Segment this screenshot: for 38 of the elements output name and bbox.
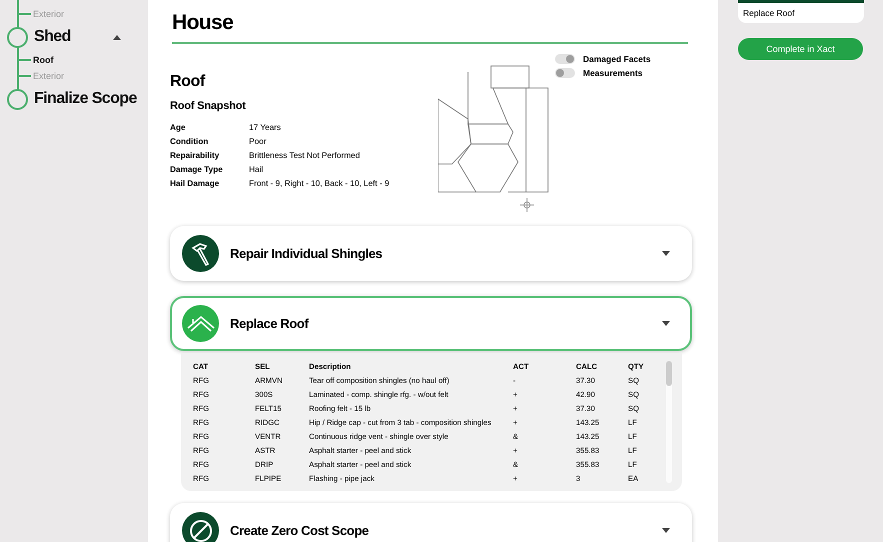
- option-title: Create Zero Cost Scope: [230, 523, 370, 538]
- caret-icon[interactable]: [662, 528, 670, 533]
- toggle-switch[interactable]: [555, 68, 575, 78]
- option-title: Replace Roof: [230, 316, 310, 331]
- option-card[interactable]: Create Zero Cost Scope: [170, 503, 692, 542]
- section-title: Roof: [170, 73, 206, 91]
- toggle-label: Measurements: [583, 68, 643, 78]
- snapshot-title: Roof Snapshot: [170, 100, 247, 112]
- field-label: Damage Type: [170, 164, 224, 176]
- caret-icon[interactable]: [662, 251, 670, 256]
- step-title[interactable]: Finalize Scope: [34, 90, 137, 108]
- toggle-label: Damaged Facets: [583, 54, 651, 64]
- field-value: 17 Years: [249, 122, 282, 134]
- step-circle-icon: [7, 26, 28, 48]
- roof-icon: [182, 305, 219, 342]
- sidebar-item[interactable]: Roof: [33, 55, 54, 65]
- field-value: Poor: [249, 136, 268, 148]
- option-title: Repair Individual Shingles: [230, 246, 384, 261]
- hammer-icon: [182, 235, 219, 272]
- option-card[interactable]: Replace Roof: [170, 296, 692, 351]
- caret-icon[interactable]: [662, 321, 670, 326]
- compass-icon: [520, 198, 534, 212]
- field-label: Repairability: [170, 150, 220, 162]
- field-value: Brittleness Test Not Performed: [249, 150, 361, 162]
- page-title: House: [172, 10, 234, 36]
- field-value: Front - 9, Right - 10, Back - 10, Left - 9: [249, 178, 390, 190]
- option-card[interactable]: Repair Individual Shingles: [170, 226, 692, 281]
- caret-icon[interactable]: [112, 34, 121, 40]
- selected-option-label: Replace Roof: [743, 8, 795, 18]
- step-title[interactable]: Shed: [34, 28, 71, 46]
- field-label: Hail Damage: [170, 178, 220, 190]
- field-value: Hail: [249, 164, 264, 176]
- prohibited-icon: [182, 512, 219, 542]
- toggle-switch[interactable]: [555, 54, 575, 64]
- scrollbar[interactable]: [666, 361, 672, 483]
- step-circle-icon: [7, 88, 28, 110]
- field-label: Age: [170, 122, 186, 134]
- field-label: Condition: [170, 136, 210, 148]
